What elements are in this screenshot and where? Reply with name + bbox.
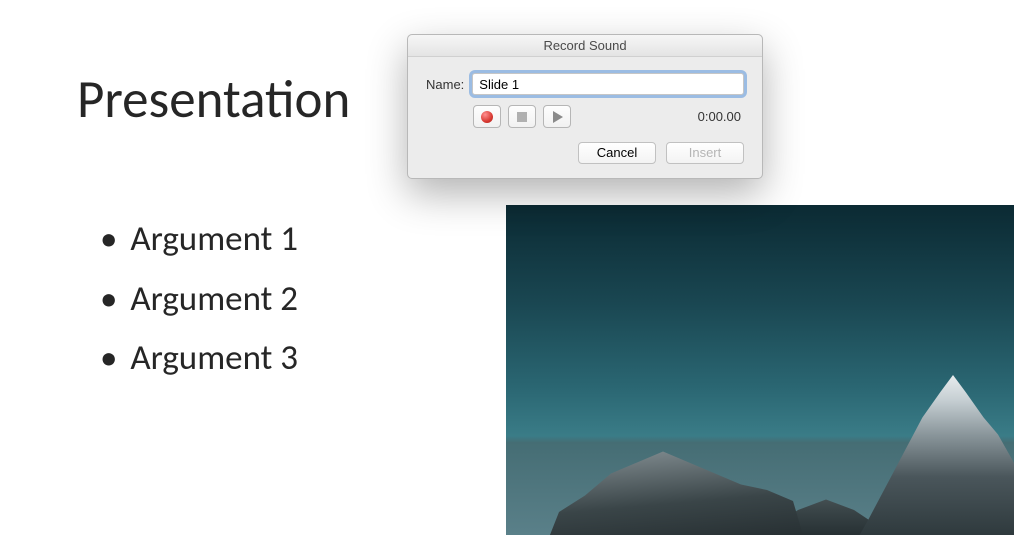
record-button[interactable] <box>473 105 501 128</box>
record-icon <box>481 111 493 123</box>
name-input[interactable] <box>472 73 744 95</box>
insert-button: Insert <box>666 142 744 164</box>
dialog-buttons: Cancel Insert <box>426 142 744 164</box>
media-controls: 0:00.00 <box>426 105 744 128</box>
list-item: Argument 2 <box>100 270 298 330</box>
cancel-button[interactable]: Cancel <box>578 142 656 164</box>
slide-image <box>506 205 1014 535</box>
bullet-list: Argument 1 Argument 2 Argument 3 <box>100 210 298 389</box>
play-button[interactable] <box>543 105 571 128</box>
timer-display: 0:00.00 <box>698 109 744 124</box>
play-icon <box>553 111 563 123</box>
stop-icon <box>517 112 527 122</box>
list-item: Argument 3 <box>100 329 298 389</box>
mountain-shape <box>546 435 806 535</box>
dialog-title: Record Sound <box>408 35 762 57</box>
record-sound-dialog: Record Sound Name: 0:00.00 Cancel Insert <box>407 34 763 179</box>
stop-button[interactable] <box>508 105 536 128</box>
dialog-body: Name: 0:00.00 Cancel Insert <box>408 57 762 178</box>
name-row: Name: <box>426 73 744 95</box>
mountain-shape <box>854 375 1014 535</box>
name-label: Name: <box>426 77 464 92</box>
list-item: Argument 1 <box>100 210 298 270</box>
slide-title: Presentation <box>77 68 350 132</box>
